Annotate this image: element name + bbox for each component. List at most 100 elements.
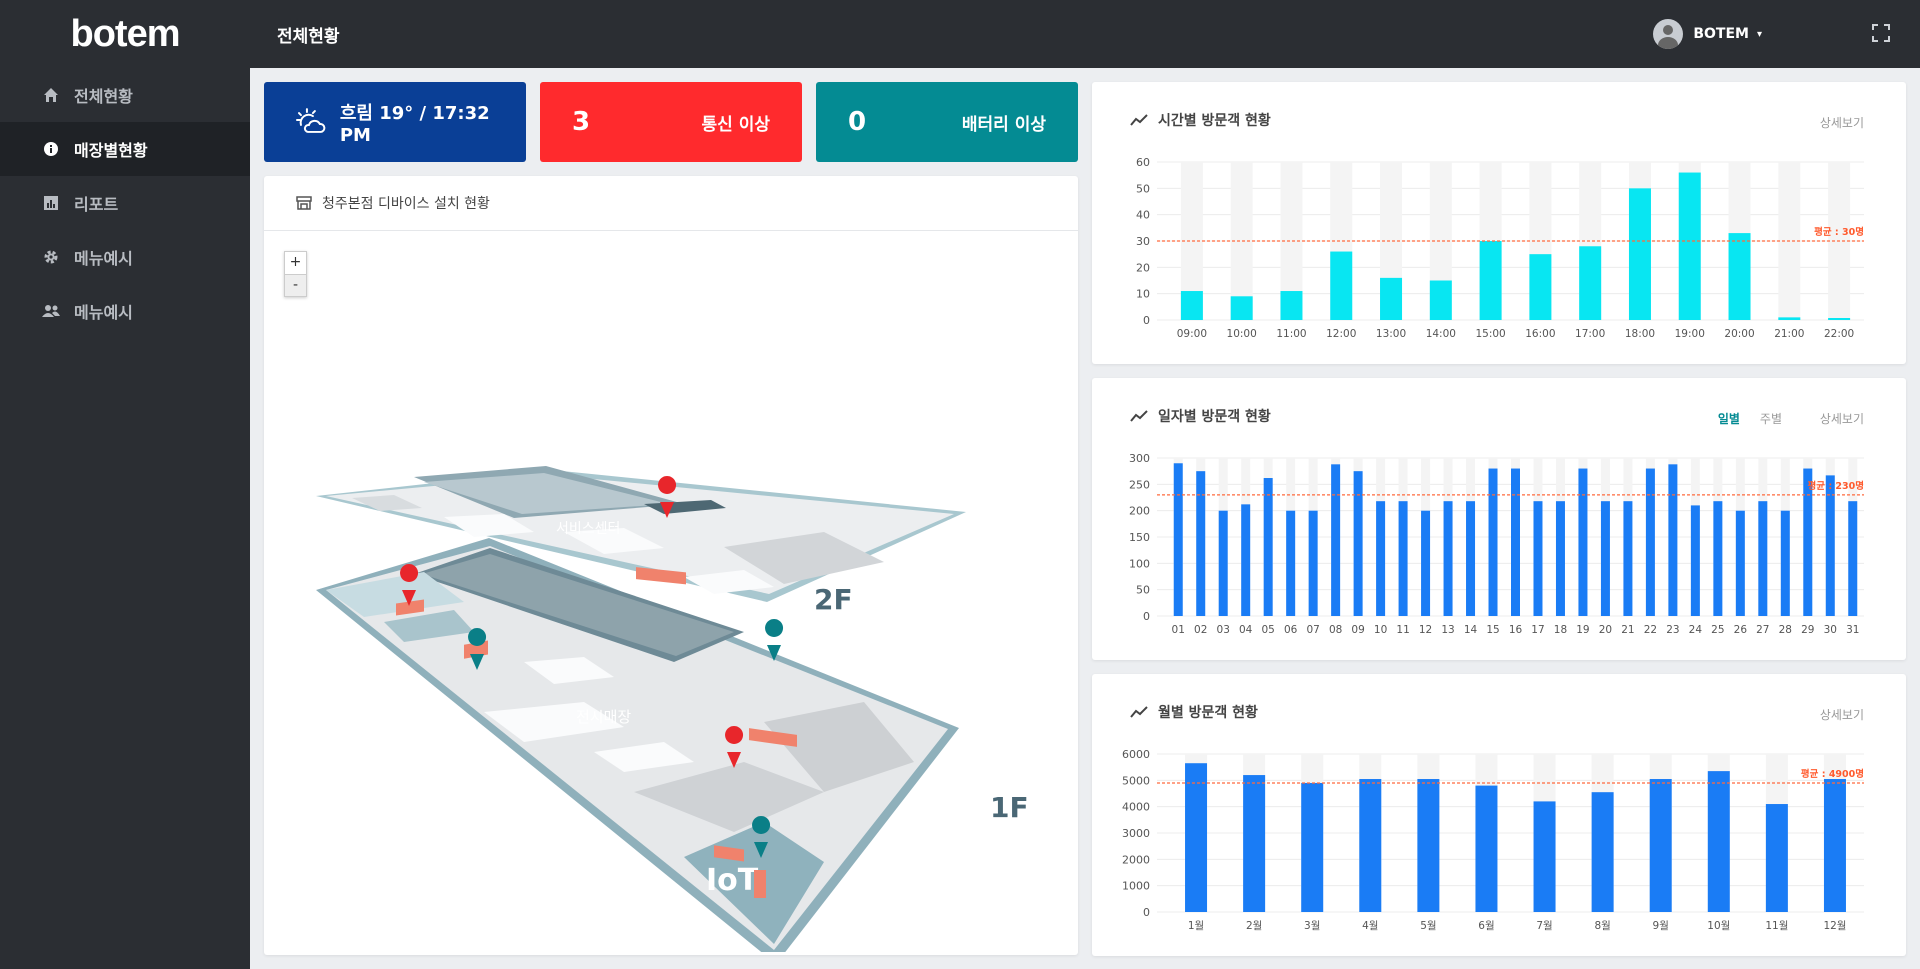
store-icon [296, 196, 312, 210]
sidebar: botem 전체현황 매장별현황 리포트 메뉴예시 메뉴예시 [0, 0, 250, 969]
x-tick-label: 19:00 [1675, 328, 1705, 340]
x-tick-label: 20:00 [1724, 328, 1754, 340]
data-bar [1398, 501, 1408, 616]
user-menu[interactable]: BOTEM ▾ [1653, 0, 1762, 68]
x-tick-label: 01 [1172, 624, 1185, 636]
sidebar-item-menu-example-2[interactable]: 메뉴예시 [0, 284, 250, 338]
data-bar [1511, 468, 1520, 616]
device-map-panel: 청주본점 디바이스 설치 현황 + - 2F 서비스센터 1F 전시매장 IoT [264, 176, 1078, 955]
y-tick-label: 30 [1136, 235, 1150, 248]
y-tick-label: 5000 [1122, 774, 1150, 787]
home-icon [42, 86, 60, 104]
x-tick-label: 03 [1217, 624, 1230, 636]
x-tick-label: 09 [1351, 624, 1364, 636]
users-icon [42, 302, 60, 320]
battery-error-card[interactable]: 0 배터리 이상 [816, 82, 1078, 162]
data-bar [1623, 501, 1633, 616]
data-bar [1218, 510, 1228, 616]
floor-1f-label: 1F [990, 791, 1029, 824]
zone-service-center: 서비스센터 [556, 521, 620, 537]
x-tick-label: 15 [1486, 624, 1499, 636]
data-bar [1331, 464, 1341, 616]
data-bar [1196, 471, 1206, 616]
x-tick-label: 14:00 [1426, 328, 1456, 340]
data-bar [1429, 280, 1452, 320]
data-bar [1417, 779, 1440, 912]
x-tick-label: 31 [1846, 624, 1859, 636]
y-tick-label: 4000 [1122, 801, 1150, 814]
fullscreen-icon[interactable] [1872, 24, 1890, 42]
daily-visitors-card: 일자별 방문객 현황 일별 주별 상세보기 0 50 100 150 200 250 300… [1092, 378, 1906, 660]
y-tick-label: 100 [1129, 557, 1150, 570]
x-tick-label: 26 [1734, 624, 1748, 636]
data-bar [1579, 246, 1602, 320]
y-tick-label: 200 [1129, 505, 1150, 518]
logo-text: botem [70, 12, 181, 55]
x-tick-label: 5월 [1420, 920, 1436, 932]
x-tick-label: 12 [1419, 624, 1432, 636]
x-tick-label: 12:00 [1326, 328, 1356, 340]
data-bar [1466, 501, 1476, 616]
sidebar-item-label: 메뉴예시 [74, 303, 133, 322]
x-tick-label: 28 [1779, 624, 1792, 636]
x-tick-label: 17:00 [1575, 328, 1605, 340]
sidebar-item-overview[interactable]: 전체현황 [0, 68, 250, 122]
sidebar-item-menu-example-1[interactable]: 메뉴예시 [0, 230, 250, 284]
data-bar [1649, 779, 1672, 912]
monthly-bar-chart: 0 1000 2000 3000 4000 5000 6000 1월 2월 3월 4월 5월 6월 7월 8… [1122, 748, 1864, 932]
data-bar [1359, 779, 1382, 912]
x-tick-label: 06 [1284, 624, 1298, 636]
y-tick-label: 150 [1129, 531, 1150, 544]
data-bar [1380, 277, 1403, 320]
gear-icon [42, 248, 60, 266]
x-tick-label: 04 [1239, 624, 1253, 636]
sidebar-item-report[interactable]: 리포트 [0, 176, 250, 230]
data-bar [1353, 471, 1363, 616]
data-bar [1707, 771, 1730, 912]
x-tick-label: 29 [1801, 624, 1814, 636]
brand-logo[interactable]: botem [0, 0, 250, 68]
x-tick-label: 08 [1329, 624, 1342, 636]
data-bar [1173, 463, 1183, 616]
page-title: 전체현황 [277, 26, 340, 47]
data-bar [1823, 779, 1846, 912]
x-tick-label: 05 [1261, 624, 1274, 636]
monthly-visitors-card: 월별 방문객 현황 상세보기 0 1000 2000 3000 4000 5000 6000… [1092, 674, 1906, 956]
data-bar [1645, 468, 1655, 616]
y-tick-label: 2000 [1122, 853, 1150, 866]
data-bar [1735, 510, 1745, 616]
data-bar [1308, 510, 1318, 616]
data-bar [1828, 318, 1851, 320]
data-bar [1421, 510, 1431, 616]
data-bar [1180, 291, 1203, 320]
y-tick-label: 300 [1129, 452, 1150, 465]
data-bar [1765, 804, 1788, 912]
y-tick-label: 0 [1143, 906, 1150, 919]
x-tick-label: 10 [1374, 624, 1387, 636]
x-tick-label: 3월 [1304, 920, 1320, 932]
sidebar-item-label: 전체현황 [74, 87, 133, 106]
x-tick-label: 22:00 [1824, 328, 1854, 340]
data-bar [1758, 501, 1768, 616]
hourly-bar-chart: 0 10 20 30 40 50 60 09:00 10:00 11:00 12:00 13:00 14… [1136, 156, 1864, 340]
y-tick-label: 20 [1136, 261, 1150, 274]
x-tick-label: 18:00 [1625, 328, 1655, 340]
battery-error-label: 배터리 이상 [961, 114, 1046, 135]
communication-error-card[interactable]: 3 통신 이상 [540, 82, 802, 162]
data-bar [1600, 501, 1610, 616]
x-tick-label: 11 [1396, 624, 1409, 636]
x-tick-label: 10:00 [1227, 328, 1257, 340]
y-tick-label: 250 [1129, 478, 1150, 491]
data-bar [1825, 475, 1835, 616]
y-tick-label: 0 [1143, 610, 1150, 623]
weather-card: 흐림 19° / 17:32 PM [264, 82, 526, 162]
info-icon [42, 140, 60, 158]
x-tick-label: 10월 [1707, 920, 1730, 932]
data-bar [1533, 801, 1556, 912]
data-bar [1488, 468, 1498, 616]
top-bar: 전체현황 BOTEM ▾ [250, 0, 1920, 68]
x-tick-label: 8월 [1594, 920, 1610, 932]
sidebar-item-store-status[interactable]: 매장별현황 [0, 122, 250, 176]
data-bar [1848, 501, 1858, 616]
map-header: 청주본점 디바이스 설치 현황 [264, 176, 1078, 231]
